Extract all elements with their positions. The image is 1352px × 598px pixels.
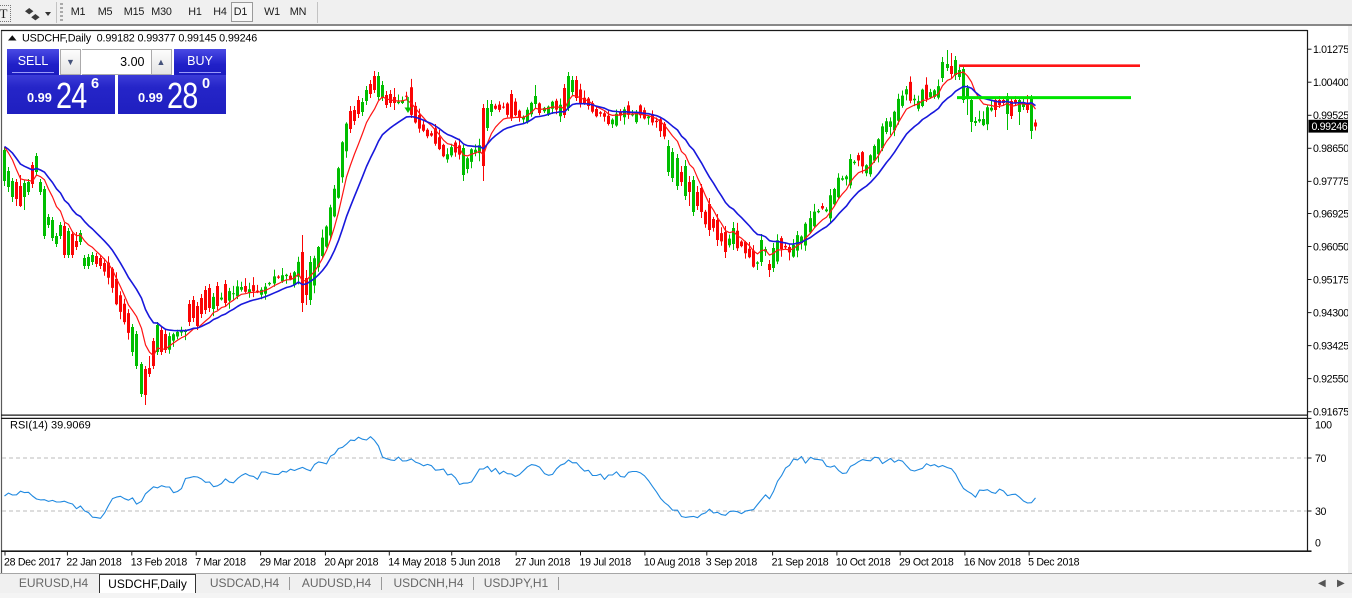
svg-text:5 Jun 2018: 5 Jun 2018 bbox=[451, 557, 501, 569]
svg-text:27 Jun 2018: 27 Jun 2018 bbox=[515, 557, 570, 569]
svg-text:1.01275: 1.01275 bbox=[1313, 44, 1349, 56]
svg-text:5 Dec 2018: 5 Dec 2018 bbox=[1028, 557, 1080, 569]
svg-text:0.98650: 0.98650 bbox=[1313, 143, 1349, 155]
svg-text:0.99246: 0.99246 bbox=[1312, 121, 1348, 133]
svg-text:20 Apr 2018: 20 Apr 2018 bbox=[324, 557, 378, 569]
svg-text:0.94300: 0.94300 bbox=[1313, 307, 1349, 319]
svg-text:0: 0 bbox=[1315, 538, 1321, 550]
svg-text:10 Aug 2018: 10 Aug 2018 bbox=[644, 557, 701, 569]
svg-text:14 May 2018: 14 May 2018 bbox=[388, 557, 446, 569]
svg-text:30: 30 bbox=[1315, 506, 1327, 518]
svg-text:10 Oct 2018: 10 Oct 2018 bbox=[836, 557, 891, 569]
svg-text:7 Mar 2018: 7 Mar 2018 bbox=[195, 557, 246, 569]
svg-text:100: 100 bbox=[1315, 419, 1332, 431]
svg-text:28 Dec 2017: 28 Dec 2017 bbox=[4, 557, 61, 569]
svg-text:29 Oct 2018: 29 Oct 2018 bbox=[899, 557, 954, 569]
svg-text:0.92550: 0.92550 bbox=[1313, 373, 1349, 385]
svg-text:0.95175: 0.95175 bbox=[1313, 274, 1349, 286]
svg-text:13 Feb 2018: 13 Feb 2018 bbox=[131, 557, 188, 569]
svg-text:19 Jul 2018: 19 Jul 2018 bbox=[580, 557, 632, 569]
svg-text:1.00400: 1.00400 bbox=[1313, 77, 1349, 89]
svg-text:70: 70 bbox=[1315, 453, 1327, 465]
svg-text:3 Sep 2018: 3 Sep 2018 bbox=[706, 557, 758, 569]
svg-text:16 Nov 2018: 16 Nov 2018 bbox=[964, 557, 1021, 569]
svg-text:29 Mar 2018: 29 Mar 2018 bbox=[260, 557, 317, 569]
svg-text:0.96925: 0.96925 bbox=[1313, 208, 1349, 220]
svg-text:0.96050: 0.96050 bbox=[1313, 241, 1349, 253]
svg-text:21 Sep 2018: 21 Sep 2018 bbox=[772, 557, 829, 569]
svg-text:0.93425: 0.93425 bbox=[1313, 340, 1349, 352]
svg-text:RSI(14) 39.9069: RSI(14) 39.9069 bbox=[10, 420, 91, 432]
svg-text:0.97775: 0.97775 bbox=[1313, 176, 1349, 188]
svg-text:USDCHF,Daily 0.99182 0.99377: USDCHF,Daily 0.99182 0.99377 0.99145 0.9… bbox=[22, 33, 257, 45]
svg-text:0.91675: 0.91675 bbox=[1313, 407, 1349, 419]
svg-text:22 Jan 2018: 22 Jan 2018 bbox=[66, 557, 121, 569]
